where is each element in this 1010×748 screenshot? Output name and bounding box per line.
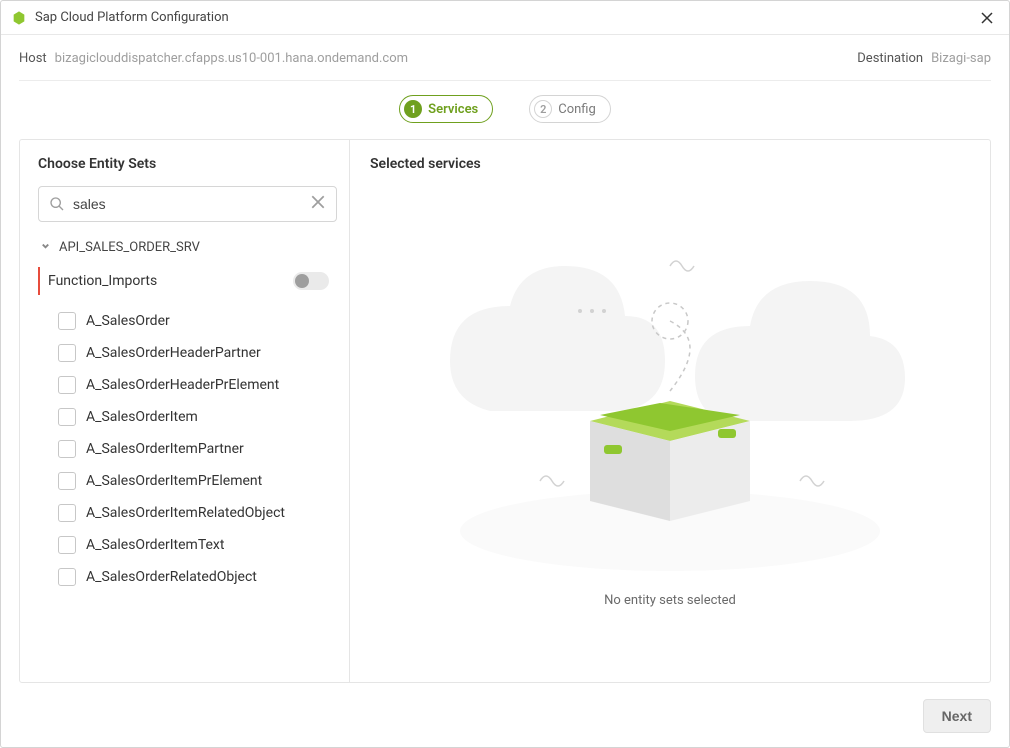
entity-checkbox[interactable]	[58, 504, 76, 522]
close-button[interactable]	[975, 6, 999, 30]
content-area: Host bizagiclouddispatcher.cfapps.us10-0…	[1, 35, 1009, 747]
step-1-label: Services	[428, 102, 478, 117]
entity-checkbox[interactable]	[58, 344, 76, 362]
entity-set-item[interactable]: A_SalesOrderHeaderPrElement	[38, 369, 335, 401]
destination-label: Destination	[857, 51, 923, 66]
entity-checkbox[interactable]	[58, 408, 76, 426]
entity-sets-pane: Choose Entity Sets API_SALES_ORDER_SRV	[20, 140, 350, 682]
entity-checkbox[interactable]	[58, 568, 76, 586]
function-imports-row: Function_Imports	[38, 267, 335, 295]
entity-label: A_SalesOrderItemRelatedObject	[86, 505, 285, 521]
entity-label: A_SalesOrderItemText	[86, 537, 224, 553]
search-input[interactable]	[73, 196, 302, 212]
entity-set-item[interactable]: A_SalesOrderItemPartner	[38, 433, 335, 465]
empty-state: No entity sets selected	[370, 172, 970, 666]
entity-checkbox[interactable]	[58, 536, 76, 554]
clear-search-button[interactable]	[310, 194, 326, 214]
entity-checkbox[interactable]	[58, 376, 76, 394]
titlebar: Sap Cloud Platform Configuration	[1, 1, 1009, 35]
choose-entity-sets-heading: Choose Entity Sets	[38, 156, 337, 172]
entity-set-item[interactable]: A_SalesOrder	[38, 305, 335, 337]
function-imports-toggle[interactable]	[293, 272, 329, 290]
entity-checkbox[interactable]	[58, 440, 76, 458]
step-services[interactable]: 1 Services	[399, 95, 493, 123]
next-button[interactable]: Next	[923, 699, 991, 733]
entity-label: A_SalesOrder	[86, 313, 170, 329]
search-box[interactable]	[38, 186, 337, 222]
footer: Next	[19, 683, 991, 733]
empty-box-illustration	[430, 231, 910, 571]
tree-root-label: API_SALES_ORDER_SRV	[59, 240, 200, 255]
step-indicator: 1 Services 2 Config	[19, 81, 991, 137]
chevron-down-icon	[40, 240, 51, 255]
step-2-number: 2	[534, 100, 552, 118]
empty-state-message: No entity sets selected	[604, 593, 736, 608]
entity-set-item[interactable]: A_SalesOrderHeaderPartner	[38, 337, 335, 369]
window-title: Sap Cloud Platform Configuration	[35, 10, 975, 25]
entity-label: A_SalesOrderItemPartner	[86, 441, 244, 457]
entity-set-item[interactable]: A_SalesOrderRelatedObject	[38, 561, 335, 593]
host-value: bizagiclouddispatcher.cfapps.us10-001.ha…	[55, 51, 408, 66]
main-panel: Choose Entity Sets API_SALES_ORDER_SRV	[19, 139, 991, 683]
entity-set-item[interactable]: A_SalesOrderItem	[38, 401, 335, 433]
entity-set-item[interactable]: A_SalesOrderItemText	[38, 529, 335, 561]
selected-services-heading: Selected services	[370, 156, 970, 172]
step-config[interactable]: 2 Config	[529, 95, 611, 123]
host-label: Host	[19, 51, 47, 66]
entity-label: A_SalesOrderItem	[86, 409, 198, 425]
entity-label: A_SalesOrderHeaderPartner	[86, 345, 261, 361]
entity-tree[interactable]: API_SALES_ORDER_SRV Function_Imports A_S…	[38, 234, 337, 666]
dialog-window: Sap Cloud Platform Configuration Host bi…	[0, 0, 1010, 748]
entity-label: A_SalesOrderRelatedObject	[86, 569, 257, 585]
entity-label: A_SalesOrderItemPrElement	[86, 473, 262, 489]
step-2-label: Config	[558, 102, 596, 117]
function-imports-label: Function_Imports	[48, 273, 293, 289]
app-logo-icon	[11, 10, 27, 26]
step-1-number: 1	[404, 100, 422, 118]
entity-set-item[interactable]: A_SalesOrderItemPrElement	[38, 465, 335, 497]
clear-icon	[310, 194, 326, 210]
entity-checkbox[interactable]	[58, 472, 76, 490]
close-icon	[980, 11, 994, 25]
selected-services-pane: Selected services	[350, 140, 990, 682]
destination-value: Bizagi-sap	[931, 51, 991, 66]
search-icon	[49, 196, 65, 212]
entity-label: A_SalesOrderHeaderPrElement	[86, 377, 279, 393]
entity-set-item[interactable]: A_SalesOrderItemRelatedObject	[38, 497, 335, 529]
info-row: Host bizagiclouddispatcher.cfapps.us10-0…	[19, 51, 991, 81]
entity-checkbox[interactable]	[58, 312, 76, 330]
tree-root-item[interactable]: API_SALES_ORDER_SRV	[38, 234, 335, 261]
